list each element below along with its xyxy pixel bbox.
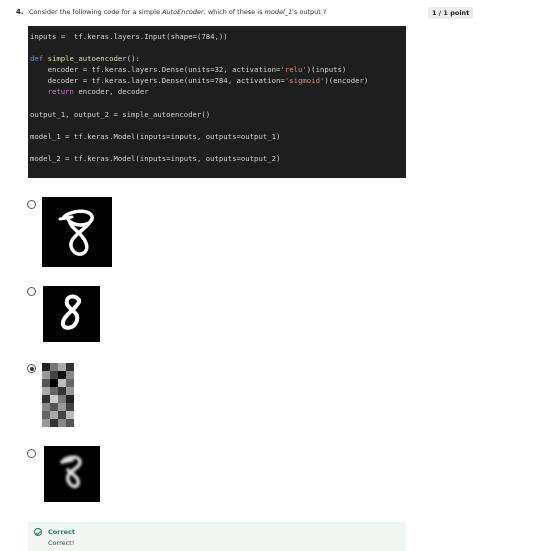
code-text: (): bbox=[126, 54, 140, 63]
question-text-emphasis: AutoEncoder bbox=[162, 8, 204, 16]
option-3-radio[interactable] bbox=[27, 364, 36, 373]
code-line-5: return encoder, decoder bbox=[30, 87, 149, 96]
encoded-grid-image bbox=[42, 363, 74, 427]
code-function-name: simple_autoencoder bbox=[47, 54, 127, 63]
question-text-emphasis: model_1 bbox=[264, 8, 293, 16]
code-text: )(encoder) bbox=[324, 76, 369, 85]
feedback-title: Correct bbox=[48, 528, 76, 536]
digit-8-original-image bbox=[42, 197, 112, 267]
code-keyword: def bbox=[30, 54, 44, 63]
question-text-part: Consider the following code for a simple bbox=[29, 8, 163, 16]
code-block: inputs = tf.keras.layers.Input(shape=(78… bbox=[28, 26, 406, 178]
check-circle-icon bbox=[34, 528, 42, 536]
code-text: encoder, decoder bbox=[73, 87, 149, 96]
question-number: 4. bbox=[16, 8, 24, 16]
code-line-3: encoder = tf.keras.layers.Dense(units=32… bbox=[30, 65, 347, 74]
code-keyword: return bbox=[47, 87, 74, 96]
code-line-8: model_2 = tf.keras.Model(inputs=inputs, … bbox=[30, 154, 281, 163]
option-4-radio[interactable] bbox=[27, 449, 36, 458]
code-text: )(inputs) bbox=[306, 65, 347, 74]
points-badge: 1 / 1 point bbox=[428, 7, 474, 19]
code-text: encoder = tf.keras.layers.Dense(units=32… bbox=[30, 65, 281, 74]
question-text-part: , which of these is bbox=[203, 8, 265, 16]
digit-8-clean-image bbox=[43, 286, 100, 342]
code-text: decoder = tf.keras.layers.Dense(units=78… bbox=[30, 76, 285, 85]
code-line-2: def simple_autoencoder(): bbox=[30, 54, 140, 63]
digit-reconstructed-image bbox=[44, 446, 100, 502]
code-line-7: model_1 = tf.keras.Model(inputs=inputs, … bbox=[30, 132, 281, 141]
feedback-box: Correct Correct! bbox=[28, 522, 406, 551]
code-line-4: decoder = tf.keras.layers.Dense(units=78… bbox=[30, 76, 369, 85]
code-line-6: output_1, output_2 = simple_autoencoder(… bbox=[30, 110, 211, 119]
code-string: 'relu' bbox=[280, 65, 307, 74]
code-line-1: inputs = tf.keras.layers.Input(shape=(78… bbox=[30, 32, 228, 41]
option-2-radio[interactable] bbox=[27, 287, 36, 296]
option-1-radio[interactable] bbox=[27, 200, 36, 209]
question-text-part: 's output ? bbox=[292, 8, 327, 16]
question-text: Consider the following code for a simple… bbox=[29, 8, 326, 16]
feedback-text: Correct! bbox=[48, 539, 75, 547]
code-string: 'sigmoid' bbox=[284, 76, 325, 85]
